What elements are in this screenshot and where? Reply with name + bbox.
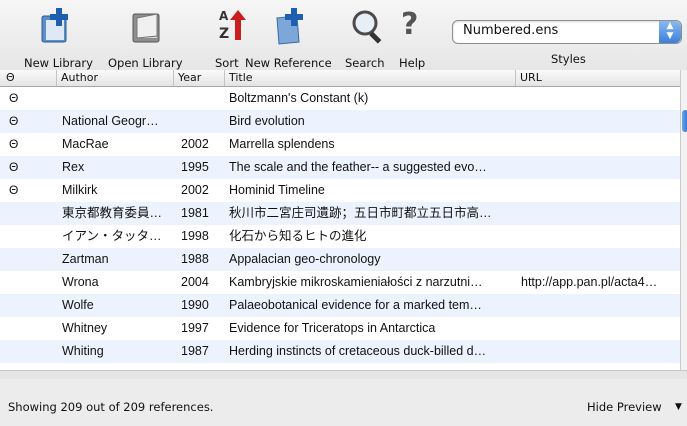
year-cell: 1997 [181,321,209,335]
year-cell: 2002 [181,137,209,151]
column-header-year[interactable]: Year [174,70,225,86]
author-cell: イアン・タッタ… [62,229,162,243]
table-row[interactable]: Θ Boltzmann's Constant (k) [0,87,680,110]
title-cell: Palaeobotanical evidence for a marked te… [229,298,482,312]
author-cell: Rex [62,160,85,174]
styles-dropdown-value: Numbered.ens [463,23,559,38]
table-row[interactable]: Whitney 1997 Evidence for Triceratops in… [0,317,680,340]
search-icon [352,10,382,44]
new-library-button[interactable]: New Library [20,6,100,70]
open-library-button[interactable]: Open Library [107,6,187,70]
title-cell: The scale and the feather-- a suggested … [229,160,487,174]
year-cell: 1998 [181,229,209,243]
column-header-bar: Θ Author Year Title URL [0,70,680,87]
title-cell: Kambryjskie mikroskamieniałości z narzut… [229,275,483,289]
attachment-icon: Θ [9,160,19,174]
column-header-url[interactable]: URL [516,70,680,86]
table-row[interactable]: 東京都教育委員… 1981 秋川市二宮庄司遺跡；五日市町都立五日市高… [0,202,680,225]
author-cell: National Geogr… [62,114,159,128]
column-header-title[interactable]: Title [225,70,516,86]
search-label: Search [345,56,385,70]
table-row[interactable]: Θ Milkirk 2002 Hominid Timeline [0,179,680,202]
help-label: Help [399,56,426,70]
open-library-icon [132,13,160,43]
status-bar: Showing 209 out of 209 references. Hide … [0,379,687,426]
open-library-label: Open Library [108,56,183,70]
title-cell: Evidence for Triceratops in Antarctica [229,321,436,335]
table-row[interactable]: Zartman 1988 Appalacian geo-chronology [0,248,680,271]
help-button[interactable]: ? Help [398,6,432,70]
attachment-icon: Θ [9,137,19,151]
help-icon: ? [401,7,418,42]
column-header-author[interactable]: Author [57,70,174,86]
new-reference-icon [276,8,303,45]
author-cell: Milkirk [62,183,98,197]
triangle-down-icon[interactable]: ▼ [675,402,682,412]
table-row[interactable]: Wrona 2004 Kambryjskie mikroskamieniałoś… [0,271,680,294]
table-row[interactable]: Θ Rex 1995 The scale and the feather-- a… [0,156,680,179]
title-cell: 秋川市二宮庄司遺跡；五日市町都立五日市高… [229,206,492,220]
url-cell[interactable]: http://app.pan.pl/acta4… [521,271,679,294]
hide-preview-button[interactable]: Hide Preview [587,400,662,414]
title-cell: Bird evolution [229,114,305,128]
svg-text:A: A [219,9,229,23]
table-row[interactable]: Θ MacRae 2002 Marrella splendens [0,133,680,156]
table-row[interactable]: Wolfe 1990 Palaeobotanical evidence for … [0,294,680,317]
table-row[interactable]: Θ National Geogr… Bird evolution [0,110,680,133]
title-cell: Appalacian geo-chronology [229,252,381,266]
author-cell: Wrona [62,275,99,289]
new-library-label: New Library [24,56,93,70]
reference-table: Θ Boltzmann's Constant (k) Θ National Ge… [0,87,680,370]
reference-count-status: Showing 209 out of 209 references. [8,400,214,414]
title-cell: Hominid Timeline [229,183,325,197]
table-row[interactable]: Whiting 1987 Herding instincts of cretac… [0,340,680,363]
year-cell: 1988 [181,252,209,266]
attachment-icon: Θ [9,183,19,197]
title-cell: Marrella splendens [229,137,335,151]
svg-text:Z: Z [219,26,229,42]
toolbar: New Library Open Library A Z Sort New Re… [0,0,687,71]
author-cell: Whitney [62,321,108,335]
svg-text:?: ? [401,7,418,42]
new-reference-button[interactable]: New Reference [243,6,338,70]
year-cell: 1990 [181,298,209,312]
sort-label: Sort [215,56,239,70]
author-cell: Whiting [62,344,104,358]
year-cell: 1995 [181,160,209,174]
author-cell: MacRae [62,137,109,151]
dropdown-arrows-icon: ▲ ▼ [659,21,681,43]
author-cell: Wolfe [62,298,94,312]
year-cell: 2002 [181,183,209,197]
scrollbar-thumb[interactable] [682,110,687,132]
sort-button[interactable]: A Z Sort [206,6,246,70]
title-cell: Herding instincts of cretaceous duck-bil… [229,344,487,358]
vertical-scrollbar[interactable] [680,70,687,370]
year-cell: 1987 [181,344,209,358]
column-header-attachment[interactable]: Θ [0,70,57,86]
attachment-icon: Θ [9,91,19,105]
attachment-icon: Θ [9,114,19,128]
author-cell: 東京都教育委員… [62,206,163,220]
paperclip-icon: Θ [6,71,15,84]
title-cell: 化石から知るヒトの進化 [229,229,367,243]
styles-label: Styles [551,52,586,66]
search-button[interactable]: Search [344,6,390,70]
table-row[interactable]: イアン・タッタ… 1998 化石から知るヒトの進化 [0,225,680,248]
new-reference-label: New Reference [245,56,332,70]
year-cell: 2004 [181,275,209,289]
title-cell: Boltzmann's Constant (k) [229,91,369,105]
styles-dropdown[interactable]: Numbered.ens ▲ ▼ [452,20,682,44]
new-library-icon [41,8,68,43]
year-cell: 1981 [181,206,209,220]
author-cell: Zartman [62,252,109,266]
